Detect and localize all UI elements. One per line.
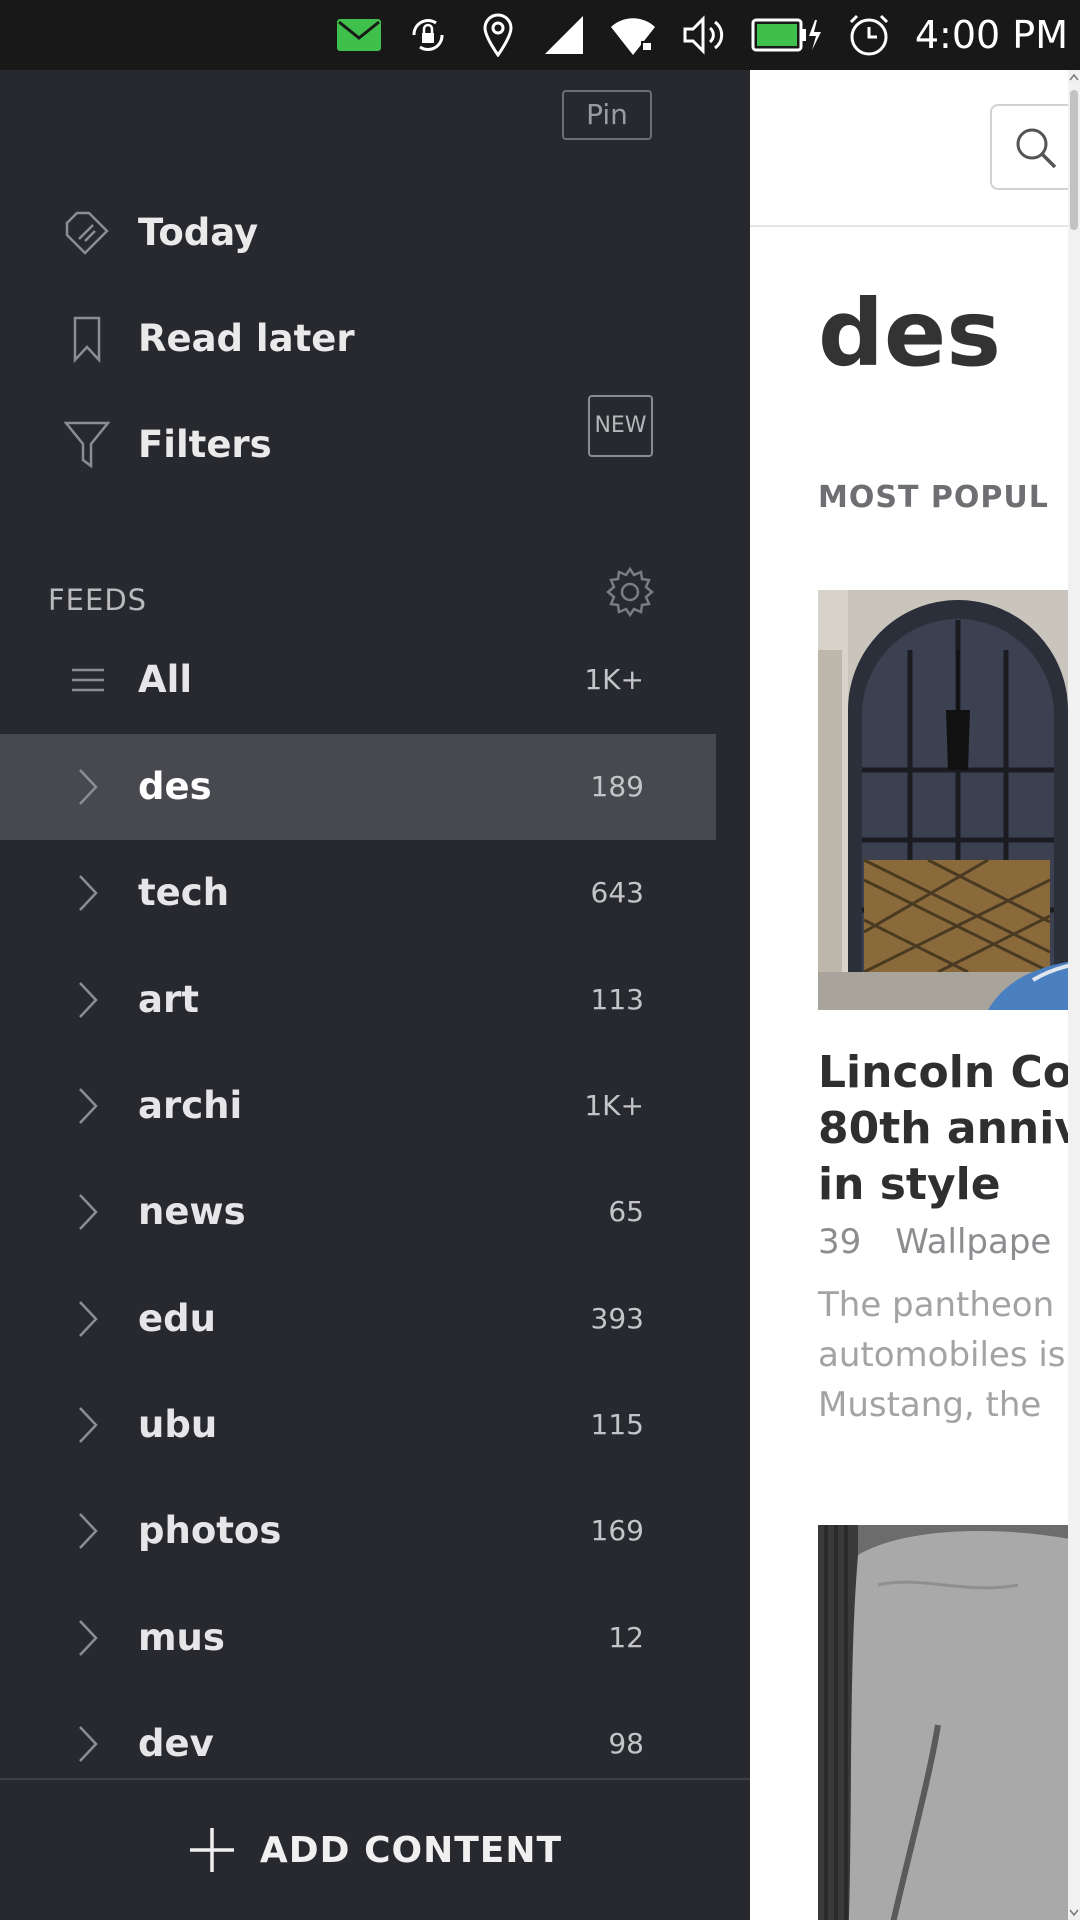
header-divider xyxy=(750,225,1080,227)
add-content-label: ADD CONTENT xyxy=(259,1829,563,1871)
feed-item-ubu[interactable]: ubu 115 xyxy=(0,1372,716,1478)
feed-label: tech xyxy=(138,871,230,914)
article-snippet-line: automobiles is xyxy=(818,1335,1066,1375)
article-meta: 39 Wallpape xyxy=(818,1222,1080,1262)
article-title-line: in style xyxy=(818,1159,1001,1210)
feed-item-edu[interactable]: edu 393 xyxy=(0,1266,716,1372)
rotation-lock-icon xyxy=(404,0,452,70)
feed-item-photos[interactable]: photos 169 xyxy=(0,1478,716,1584)
scrollbar-thumb[interactable] xyxy=(1070,90,1078,230)
chevron-right-icon[interactable] xyxy=(70,1159,106,1265)
chevron-right-icon[interactable] xyxy=(70,1266,106,1372)
chevron-right-icon[interactable] xyxy=(70,1372,106,1478)
feed-item-mus[interactable]: mus 12 xyxy=(0,1585,716,1691)
status-bar: 4:00 PM xyxy=(0,0,1080,70)
nav-item-label: Today xyxy=(138,211,259,254)
feed-count: 189 xyxy=(590,770,644,803)
search-button[interactable] xyxy=(990,104,1080,190)
alarm-icon xyxy=(846,0,892,70)
pin-button[interactable]: Pin xyxy=(562,90,652,140)
feed-item-art[interactable]: art 113 xyxy=(0,947,716,1053)
page-title: des xyxy=(818,280,1002,387)
feed-item-all[interactable]: All 1K+ xyxy=(0,627,716,733)
feed-count: 113 xyxy=(590,983,644,1016)
feed-label: archi xyxy=(138,1084,243,1127)
nav-item-read-later[interactable]: Read later xyxy=(0,286,750,392)
location-icon xyxy=(478,0,518,70)
navigation-drawer: Pin Today Read later Filters NEW FEEDS A… xyxy=(0,70,750,1920)
list-icon xyxy=(68,627,108,733)
article-title-line: Lincoln Cor xyxy=(818,1047,1080,1098)
feed-item-news[interactable]: news 65 xyxy=(0,1159,716,1265)
feed-count: 12 xyxy=(608,1621,644,1654)
feed-label: art xyxy=(138,978,199,1021)
section-label: MOST POPUL xyxy=(818,480,1049,515)
scrollbar[interactable] xyxy=(1068,70,1080,1920)
signal-icon xyxy=(542,0,586,70)
article-source: Wallpape xyxy=(895,1222,1052,1262)
nav-item-label: Filters xyxy=(138,423,272,466)
nav-item-label: Read later xyxy=(138,317,355,360)
scroll-down-icon[interactable] xyxy=(1068,1906,1080,1920)
feed-label: des xyxy=(138,765,212,808)
nav-item-today[interactable]: Today xyxy=(0,180,750,286)
today-tag-icon xyxy=(62,180,112,286)
feed-count: 115 xyxy=(590,1408,644,1441)
feed-item-tech[interactable]: tech 643 xyxy=(0,840,716,946)
chevron-right-icon[interactable] xyxy=(70,947,106,1053)
plus-icon xyxy=(189,1828,234,1872)
article-title[interactable]: Lincoln Cor 80th anniv in style xyxy=(818,1045,1080,1213)
volume-icon xyxy=(682,0,728,70)
feed-item-archi[interactable]: archi 1K+ xyxy=(0,1053,716,1159)
chevron-right-icon[interactable] xyxy=(70,734,106,840)
search-icon xyxy=(1016,128,1057,169)
wifi-icon xyxy=(608,0,658,70)
article-engagement-count: 39 xyxy=(818,1222,862,1262)
article-title-line: 80th anniv xyxy=(818,1103,1080,1154)
feed-count: 169 xyxy=(590,1514,644,1547)
add-content-button[interactable]: ADD CONTENT xyxy=(0,1780,750,1920)
chevron-right-icon[interactable] xyxy=(70,1053,106,1159)
chevron-right-icon[interactable] xyxy=(70,840,106,946)
feed-label: mus xyxy=(138,1616,225,1659)
bookmark-icon xyxy=(62,286,112,392)
new-badge: NEW xyxy=(588,395,653,457)
article-snippet: The pantheon automobiles is Mustang, the xyxy=(818,1280,1066,1430)
content-area: des MOST POPUL Lincoln Cor 80th anniv in… xyxy=(750,70,1080,1920)
feed-label: news xyxy=(138,1190,246,1233)
feed-count: 1K+ xyxy=(584,1089,644,1122)
feed-count: 643 xyxy=(590,876,644,909)
feed-count: 393 xyxy=(590,1302,644,1335)
clock-time: 4:00 PM xyxy=(914,13,1068,57)
battery-charging-icon xyxy=(750,0,824,70)
article-snippet-line: The pantheon xyxy=(818,1285,1055,1325)
article-image[interactable] xyxy=(818,590,1080,1010)
feed-count: 65 xyxy=(608,1195,644,1228)
mail-icon xyxy=(336,0,382,70)
article-snippet-line: Mustang, the xyxy=(818,1385,1042,1425)
scroll-up-icon[interactable] xyxy=(1068,70,1080,84)
feed-label: edu xyxy=(138,1297,216,1340)
feed-label: photos xyxy=(138,1509,282,1552)
feed-label: ubu xyxy=(138,1403,218,1446)
chevron-right-icon[interactable] xyxy=(70,1478,106,1584)
feed-label: All xyxy=(138,658,193,701)
article-image[interactable] xyxy=(818,1525,1080,1920)
chevron-right-icon[interactable] xyxy=(70,1585,106,1691)
filter-icon xyxy=(62,392,112,498)
gear-icon[interactable] xyxy=(604,566,656,618)
feeds-header: FEEDS xyxy=(48,583,148,617)
feed-item-des[interactable]: des 189 xyxy=(0,734,716,840)
feed-count: 1K+ xyxy=(584,663,644,696)
